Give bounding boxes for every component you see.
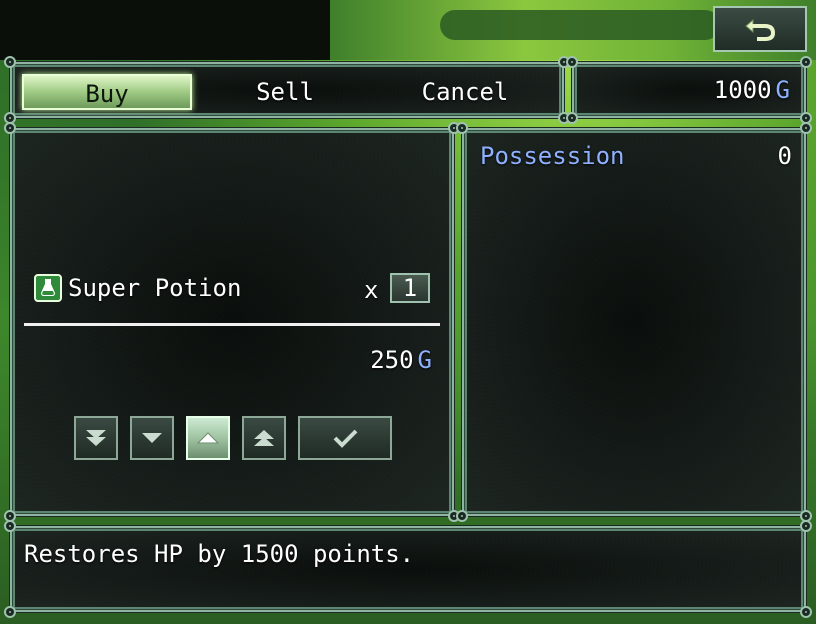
gold-window: 1000 G xyxy=(566,56,812,124)
item-name: Super Potion xyxy=(68,274,242,302)
map-path xyxy=(440,10,720,40)
window-corner xyxy=(4,56,16,68)
window-corner xyxy=(4,122,16,134)
window-corner xyxy=(566,56,578,68)
sell-command[interactable]: Sell xyxy=(200,74,370,110)
double-down-arrow-icon xyxy=(86,430,106,446)
help-window: Restores HP by 1500 points. xyxy=(4,520,812,618)
gold-unit: G xyxy=(775,76,790,104)
total-price: 250 xyxy=(370,346,414,374)
command-window: Buy Sell Cancel xyxy=(4,56,570,124)
window-corner xyxy=(800,122,812,134)
possession-label: Possession xyxy=(480,142,625,170)
double-up-arrow-icon xyxy=(254,430,274,446)
gold-amount: 1000 xyxy=(713,76,772,104)
window-corner xyxy=(800,520,812,532)
window-corner xyxy=(456,510,468,522)
back-button[interactable] xyxy=(713,6,807,52)
window-corner xyxy=(566,112,578,124)
window-corner xyxy=(800,56,812,68)
price-unit: G xyxy=(417,346,432,374)
quantity-field[interactable]: 1 xyxy=(390,273,430,303)
window-corner xyxy=(800,606,812,618)
ok-button[interactable] xyxy=(298,416,392,460)
map-dark-area xyxy=(0,0,330,60)
window-corner xyxy=(4,520,16,532)
decrease-1-button[interactable] xyxy=(130,416,174,460)
window-corner xyxy=(4,606,16,618)
possession-value: 0 xyxy=(777,142,792,170)
times-sign: x xyxy=(364,276,379,304)
cancel-command[interactable]: Cancel xyxy=(380,74,550,110)
help-text: Restores HP by 1500 points. xyxy=(24,540,415,568)
increase-10-button[interactable] xyxy=(242,416,286,460)
buy-command[interactable]: Buy xyxy=(22,74,192,110)
decrease-10-button[interactable] xyxy=(74,416,118,460)
down-arrow-icon xyxy=(142,433,162,443)
checkmark-icon xyxy=(333,429,358,448)
potion-icon xyxy=(34,274,62,302)
status-window: Possession 0 xyxy=(456,122,812,522)
window-corner xyxy=(456,122,468,134)
total-divider xyxy=(24,323,440,326)
increase-1-button[interactable] xyxy=(186,416,230,460)
return-arrow-icon xyxy=(745,18,776,41)
up-arrow-icon xyxy=(196,432,220,444)
